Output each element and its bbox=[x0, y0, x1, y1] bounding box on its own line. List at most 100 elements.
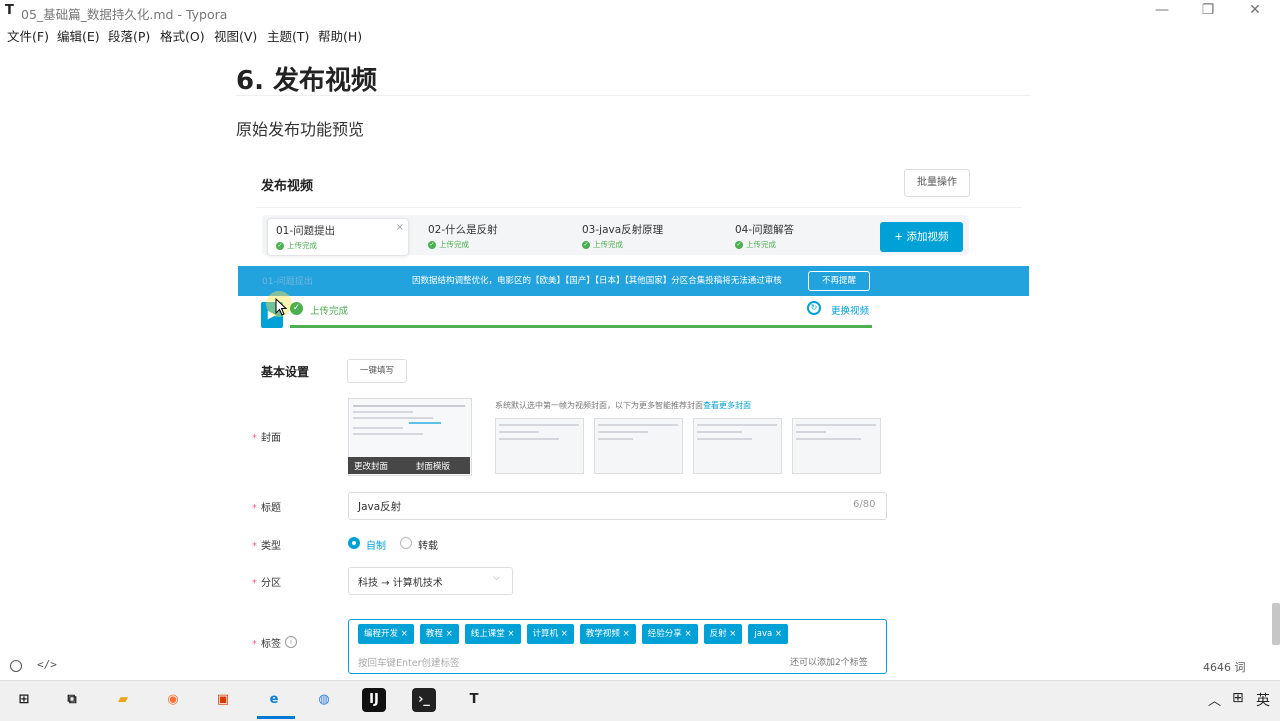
tag-chip[interactable]: 教学视频 × bbox=[579, 624, 636, 644]
check-icon: ✓ bbox=[428, 241, 436, 249]
publish-divider bbox=[256, 207, 1022, 208]
title-char-count: 6/80 bbox=[853, 499, 876, 510]
video-tab-title: 02-什么是反射 bbox=[428, 224, 498, 236]
maximize-button[interactable]: ❐ bbox=[1185, 2, 1231, 22]
dismiss-notice-button[interactable]: 不再提醒 bbox=[808, 271, 870, 291]
video-tab-3[interactable]: 03-java反射原理 ✓ 上传完成 bbox=[574, 218, 714, 254]
office-icon[interactable]: ▣ bbox=[211, 688, 235, 712]
tag-chip[interactable]: 编程开发 × bbox=[358, 624, 414, 644]
paragraph-text: 原始发布功能预览 bbox=[236, 120, 365, 139]
windows-start-icon[interactable]: ⊞ bbox=[12, 688, 36, 712]
source-mode-icon[interactable]: </> bbox=[37, 658, 57, 671]
type-label: * 类型 bbox=[252, 541, 281, 552]
edge-icon[interactable]: e bbox=[262, 688, 286, 712]
type-option-original[interactable]: 自制 bbox=[366, 537, 386, 552]
word-count[interactable]: 4646 词 bbox=[1203, 659, 1246, 675]
upload-progress-bar bbox=[290, 325, 872, 328]
outline-toggle-icon[interactable] bbox=[10, 660, 22, 672]
file-explorer-icon[interactable]: ▰ bbox=[111, 688, 135, 712]
cover-suggestion[interactable] bbox=[693, 418, 782, 474]
basic-settings-title: 基本设置 bbox=[261, 365, 310, 379]
upload-status: ✓ 上传完成 bbox=[276, 241, 317, 250]
batch-operation-button[interactable]: 批量操作 bbox=[904, 169, 970, 197]
video-tab-4[interactable]: 04-问题解答 ✓ 上传完成 bbox=[727, 218, 867, 254]
notice-text: 因数据结构调整优化，电影区的【欧美】【国产】【日本】【其他国家】分区合集投稿将无… bbox=[412, 276, 782, 286]
upload-status: ✓ 上传完成 bbox=[735, 240, 776, 249]
chevron-down-icon[interactable]: ⌵ bbox=[493, 573, 500, 583]
minimize-button[interactable]: — bbox=[1139, 2, 1185, 22]
upload-status: ✓ 上传完成 bbox=[582, 240, 623, 249]
task-view-icon[interactable]: ⧉ bbox=[60, 688, 84, 712]
firefox-icon[interactable]: ◉ bbox=[161, 688, 185, 712]
tag-chip[interactable]: 线上课堂 × bbox=[464, 624, 521, 644]
video-tab-title: 01-问题提出 bbox=[276, 225, 336, 237]
autofill-button[interactable]: 一键填写 bbox=[347, 359, 407, 383]
cover-hint: 系统默认选中第一帧为视频封面，以下为更多智能推荐封面查看更多封面 bbox=[495, 401, 751, 410]
close-icon[interactable]: × bbox=[775, 629, 782, 639]
type-radio-repost[interactable] bbox=[400, 537, 412, 549]
menu-format[interactable]: 格式(O) bbox=[160, 26, 205, 45]
upload-progress-fill bbox=[290, 325, 872, 328]
close-icon[interactable]: × bbox=[446, 629, 453, 639]
ime-mode-icon[interactable]: ⊞ bbox=[1232, 690, 1244, 706]
ime-language-indicator[interactable]: 英 bbox=[1256, 690, 1270, 710]
tag-chip[interactable]: 反射 × bbox=[703, 624, 743, 644]
menu-file[interactable]: 文件(F) bbox=[7, 26, 49, 45]
cover-suggestion[interactable] bbox=[792, 418, 881, 474]
publish-title: 发布视频 bbox=[261, 179, 314, 194]
cover-suggestion[interactable] bbox=[594, 418, 683, 474]
tags-placeholder: 按回车键Enter创建标签 bbox=[358, 658, 460, 669]
close-icon[interactable]: × bbox=[729, 629, 736, 639]
close-icon[interactable]: × bbox=[401, 629, 408, 639]
cover-suggestion[interactable] bbox=[495, 418, 584, 474]
cover-template-button[interactable]: 封面模版 bbox=[416, 460, 450, 472]
change-cover-button[interactable]: 更改封面 bbox=[354, 460, 388, 472]
notice-ghost-text: 01-问题提出 bbox=[262, 277, 313, 287]
zone-value: 科技 → 计算机技术 bbox=[358, 578, 443, 589]
close-icon[interactable]: × bbox=[507, 629, 514, 639]
title-label: * 标题 bbox=[252, 503, 281, 514]
close-button[interactable]: ✕ bbox=[1232, 2, 1278, 22]
close-icon[interactable]: × bbox=[623, 629, 630, 639]
check-icon: ✓ bbox=[276, 242, 284, 250]
close-icon[interactable]: × bbox=[684, 629, 691, 639]
heading-divider bbox=[236, 95, 1031, 96]
add-video-button[interactable]: + 添加视频 bbox=[880, 222, 963, 252]
video-tab-2[interactable]: 02-什么是反射 ✓ 上传完成 bbox=[420, 218, 560, 254]
cover-label: * 封面 bbox=[252, 433, 281, 444]
menu-help[interactable]: 帮助(H) bbox=[318, 26, 362, 45]
menu-edit[interactable]: 编辑(E) bbox=[57, 26, 100, 45]
video-tab-1[interactable]: 01-问题提出 × ✓ 上传完成 bbox=[267, 218, 409, 256]
typora-app-icon: T bbox=[5, 3, 14, 18]
title-input[interactable] bbox=[348, 492, 887, 520]
show-hidden-icons-chevron-icon[interactable]: ︿ bbox=[1208, 690, 1221, 709]
tags-list: 编程开发 × 教程 × 线上课堂 × 计算机 × 教学视频 × 经验分享 × 反… bbox=[358, 624, 789, 644]
more-covers-link[interactable]: 查看更多封面 bbox=[703, 401, 751, 410]
check-icon: ✓ bbox=[582, 241, 590, 249]
menu-view[interactable]: 视图(V) bbox=[214, 26, 257, 45]
tag-chip[interactable]: 计算机 × bbox=[526, 624, 574, 644]
close-icon[interactable]: × bbox=[561, 629, 568, 639]
vertical-scrollbar[interactable] bbox=[1272, 603, 1280, 645]
windows-taskbar bbox=[0, 680, 1280, 721]
tag-chip[interactable]: 教程 × bbox=[419, 624, 459, 644]
menu-paragraph[interactable]: 段落(P) bbox=[108, 26, 150, 45]
replace-video-link[interactable]: 更换视频 bbox=[831, 303, 869, 317]
info-icon[interactable]: i bbox=[285, 636, 297, 648]
tags-label: * 标签 bbox=[252, 639, 281, 650]
window-title: 05_基础篇_数据持久化.md - Typora bbox=[21, 7, 228, 22]
intellij-icon[interactable]: IJ bbox=[362, 688, 386, 712]
upload-status-text: 上传完成 bbox=[310, 306, 349, 317]
search-app-icon[interactable]: ◍ bbox=[312, 688, 336, 712]
section-heading: 6. 发布视频 bbox=[236, 66, 378, 96]
tag-chip[interactable]: 经验分享 × bbox=[641, 624, 698, 644]
menu-theme[interactable]: 主题(T) bbox=[267, 26, 309, 45]
refresh-icon[interactable]: ↻ bbox=[807, 301, 821, 315]
typora-icon[interactable]: T bbox=[462, 688, 486, 712]
type-option-repost[interactable]: 转载 bbox=[418, 537, 438, 552]
close-icon[interactable]: × bbox=[396, 222, 404, 233]
type-radio-original[interactable] bbox=[348, 537, 360, 549]
tag-chip[interactable]: java × bbox=[748, 624, 789, 644]
terminal-icon[interactable]: ›_ bbox=[412, 688, 436, 712]
active-app-indicator bbox=[257, 716, 295, 719]
